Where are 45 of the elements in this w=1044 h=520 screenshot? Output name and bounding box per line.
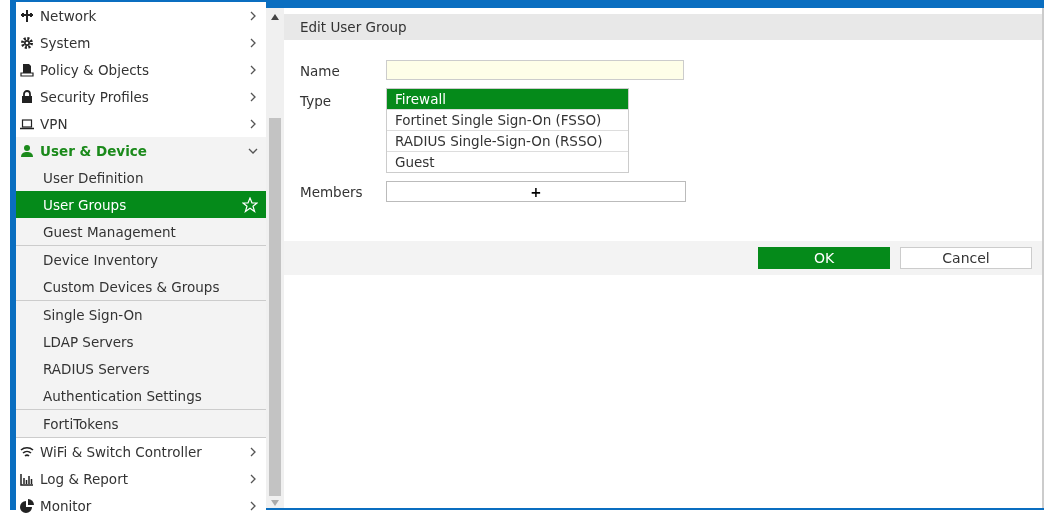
wifi-icon [20,444,34,459]
user-icon [20,143,34,158]
star-icon[interactable] [242,196,258,213]
gear-icon [20,35,34,50]
panel-title: Edit User Group [300,19,407,35]
chevron-right-icon [248,500,258,511]
pie-chart-icon [20,498,34,513]
chevron-right-icon [248,91,258,102]
lock-icon [20,89,34,104]
sidebar-subitem[interactable]: User Definition [16,164,266,191]
sidebar-subitem[interactable]: RADIUS Servers [16,355,266,382]
sidebar-subitem[interactable]: Authentication Settings [16,382,266,409]
sidebar-subitem[interactable]: FortiTokens [16,410,266,437]
sidebar-subitem[interactable]: User Groups [16,191,266,218]
chevron-right-icon [248,118,258,129]
bar-chart-icon [20,471,34,486]
chevron-right-icon [248,10,258,21]
sidebar-subitem[interactable]: Custom Devices & Groups [16,273,266,300]
sidebar-subitem[interactable]: LDAP Servers [16,328,266,355]
scroll-up-icon[interactable] [271,14,279,20]
cancel-button[interactable]: Cancel [900,247,1032,269]
chevron-right-icon [248,37,258,48]
ok-button[interactable]: OK [758,247,890,269]
field-label: Name [300,62,341,81]
document-icon [20,62,34,77]
chevron-right-icon [248,473,258,484]
field-label: Members [300,183,364,202]
sidebar-subitem[interactable]: Device Inventory [16,246,266,273]
name-field[interactable] [386,60,684,80]
sidebar-item[interactable]: User & Device [16,137,266,164]
field-label: Type [300,92,332,111]
list-option[interactable]: RADIUS Single-Sign-On (RSSO) [387,131,628,152]
scrollbar-thumb[interactable] [269,118,281,496]
network-icon [20,8,34,23]
sidebar-subitem[interactable]: Guest Management [16,218,266,245]
sidebar-subitem[interactable]: Single Sign-On [16,301,266,328]
scroll-down-icon[interactable] [271,500,279,506]
add-member-button[interactable]: + [386,181,686,202]
scrollbar[interactable] [266,8,284,508]
laptop-icon [20,116,34,131]
list-option[interactable]: Guest [387,152,628,172]
chevron-right-icon [248,446,258,457]
chevron-right-icon [248,64,258,75]
list-option[interactable]: Firewall [387,89,628,110]
list-option[interactable]: Fortinet Single Sign-On (FSSO) [387,110,628,131]
